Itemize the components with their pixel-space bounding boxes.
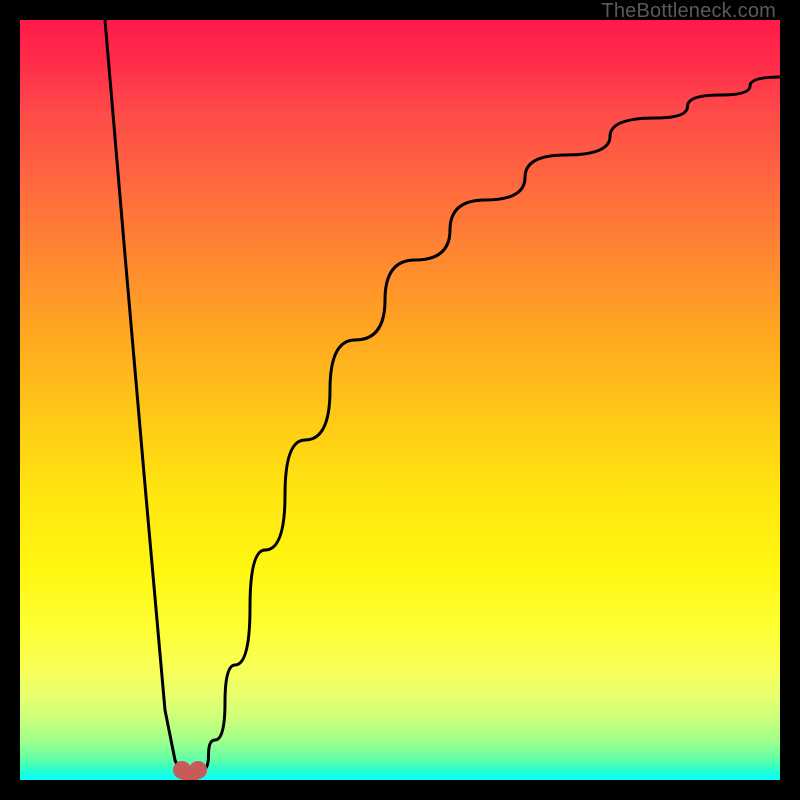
right-branch-path bbox=[196, 77, 780, 776]
left-branch-path bbox=[105, 20, 184, 776]
chart-container: TheBottleneck.com bbox=[0, 0, 800, 800]
curve-svg bbox=[20, 20, 780, 780]
plot-area bbox=[20, 20, 780, 780]
u-marker-group bbox=[173, 761, 207, 780]
curve-group bbox=[105, 20, 780, 776]
watermark-text: TheBottleneck.com bbox=[601, 0, 776, 23]
